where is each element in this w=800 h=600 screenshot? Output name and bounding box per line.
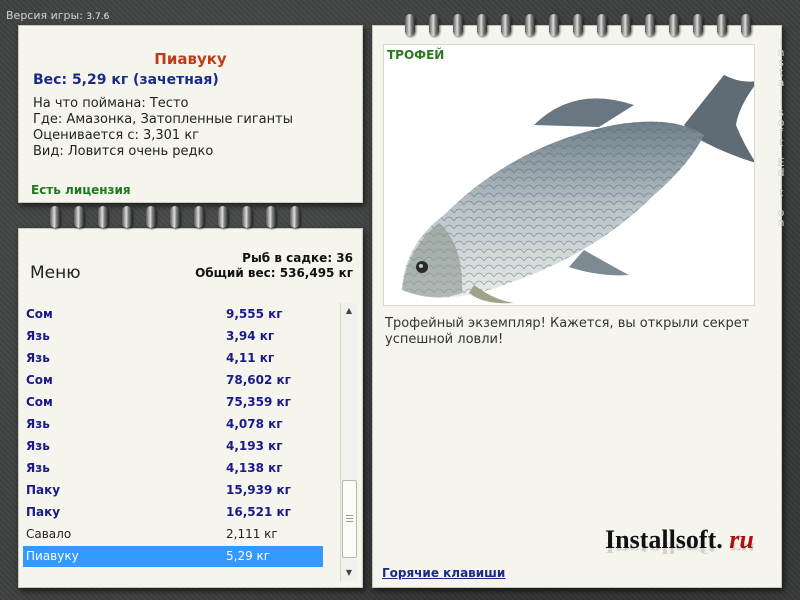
catch-list-row[interactable]: Сом 75,359 кг bbox=[23, 392, 323, 413]
trophy-label: ТРОФЕЙ bbox=[387, 48, 445, 62]
trophy-card: ТРОФЕЙ Трофейный экземпляр! Кажется, вы … bbox=[372, 25, 782, 588]
spiral-ring-icon bbox=[501, 14, 511, 36]
scroll-down-arrow-icon[interactable]: ▼ bbox=[341, 565, 357, 581]
spiral-ring-icon bbox=[741, 14, 751, 36]
row-fish-weight: 3,94 кг bbox=[226, 329, 275, 343]
fish-photo bbox=[383, 44, 759, 306]
spiral-ring-icon bbox=[693, 14, 703, 36]
trophy-description: Трофейный экземпляр! Кажется, вы открыли… bbox=[385, 316, 750, 347]
fish-bait: На что поймана: Тесто bbox=[33, 96, 189, 111]
spiral-ring-icon bbox=[669, 14, 679, 36]
row-fish-name: Язь bbox=[26, 439, 50, 453]
fish-rarity: Вид: Ловится очень редко bbox=[33, 144, 214, 159]
spiral-ring-icon bbox=[525, 14, 535, 36]
scroll-thumb[interactable] bbox=[342, 480, 357, 558]
catch-list-row[interactable]: Пиавуку 5,29 кг bbox=[23, 546, 323, 567]
fish-name: Пиавуку bbox=[154, 50, 227, 68]
catch-menu-card: Меню Рыб в садке: 36 Общий вес: 536,495 … bbox=[18, 228, 363, 588]
row-fish-weight: 4,138 кг bbox=[226, 461, 283, 475]
spiral-ring-icon bbox=[405, 14, 415, 36]
spiral-ring-icon bbox=[429, 14, 439, 36]
row-fish-weight: 9,555 кг bbox=[226, 307, 283, 321]
row-fish-name: Сом bbox=[26, 395, 53, 409]
row-fish-weight: 15,939 кг bbox=[226, 483, 291, 497]
total-weight: Общий вес: 536,495 кг bbox=[195, 266, 353, 280]
row-fish-name: Язь bbox=[26, 417, 50, 431]
row-fish-name: Язь bbox=[26, 351, 50, 365]
row-fish-weight: 2,111 кг bbox=[226, 527, 278, 541]
spiral-ring-icon bbox=[717, 14, 727, 36]
spiral-ring-icon bbox=[266, 206, 276, 228]
row-fish-weight: 78,602 кг bbox=[226, 373, 291, 387]
catch-list-row[interactable]: Язь 4,11 кг bbox=[23, 348, 323, 369]
fish-count: Рыб в садке: 36 bbox=[242, 251, 353, 265]
row-fish-weight: 75,359 кг bbox=[226, 395, 291, 409]
catch-list-row[interactable]: Язь 4,138 кг bbox=[23, 458, 323, 479]
row-fish-name: Сом bbox=[26, 373, 53, 387]
spiral-ring-icon bbox=[645, 14, 655, 36]
spiral-ring-icon bbox=[477, 14, 487, 36]
catch-list-row[interactable]: Сом 9,555 кг bbox=[23, 304, 323, 325]
menu-title[interactable]: Меню bbox=[30, 263, 81, 283]
row-fish-weight: 4,193 кг bbox=[226, 439, 283, 453]
game-version: Версия игры: 3.7.6 bbox=[6, 9, 109, 22]
fish-estimated: Оценивается с: 3,301 кг bbox=[33, 128, 200, 143]
row-fish-weight: 16,521 кг bbox=[226, 505, 291, 519]
spiral-ring-icon bbox=[146, 206, 156, 228]
catch-list-row[interactable]: Язь 4,193 кг bbox=[23, 436, 323, 457]
row-fish-name: Паку bbox=[26, 483, 61, 497]
fish-weight: Вес: 5,29 кг (зачетная) bbox=[33, 72, 219, 88]
row-fish-name: Язь bbox=[26, 461, 50, 475]
spiral-ring-icon bbox=[74, 206, 84, 228]
row-fish-name: Савало bbox=[26, 527, 72, 541]
catch-list-row[interactable]: Язь 4,078 кг bbox=[23, 414, 323, 435]
row-fish-name: Язь bbox=[26, 329, 50, 343]
grip-line bbox=[346, 518, 353, 519]
spiral-ring-icon bbox=[573, 14, 583, 36]
license-status: Есть лицензия bbox=[31, 183, 131, 197]
spiral-ring-icon bbox=[218, 206, 228, 228]
edition-vertical-text: Installsoft Edition bbox=[777, 36, 785, 229]
row-fish-weight: 4,078 кг bbox=[226, 417, 283, 431]
spiral-ring-icon bbox=[242, 206, 252, 228]
logo-reflection: Installsoft. ru bbox=[605, 540, 756, 556]
catch-list-row[interactable]: Паку 16,521 кг bbox=[23, 502, 323, 523]
catch-list-row[interactable]: Паку 15,939 кг bbox=[23, 480, 323, 501]
catch-list[interactable]: Сом 9,555 кг Язь 3,94 кг Язь 4,11 кг Сом 78,602… bbox=[21, 303, 339, 581]
row-fish-name: Сом bbox=[26, 307, 53, 321]
fish-illustration bbox=[402, 75, 759, 304]
grip-line bbox=[346, 521, 353, 522]
spiral-ring-icon bbox=[170, 206, 180, 228]
spiral-ring-icon bbox=[621, 14, 631, 36]
spiral-ring-icon bbox=[50, 206, 60, 228]
list-scrollbar[interactable]: ▲ ▼ bbox=[340, 303, 357, 581]
version-number: 3.7.6 bbox=[86, 12, 110, 22]
fish-location: Где: Амазонка, Затопленные гиганты bbox=[33, 112, 293, 127]
row-fish-name: Пиавуку bbox=[26, 549, 79, 563]
spiral-ring-icon bbox=[122, 206, 132, 228]
version-label: Версия игры: bbox=[6, 9, 83, 22]
spiral-ring-icon bbox=[290, 206, 300, 228]
spiral-ring-icon bbox=[453, 14, 463, 36]
hotkeys-link[interactable]: Горячие клавиши bbox=[382, 566, 505, 580]
spiral-ring-icon bbox=[98, 206, 108, 228]
catch-list-row[interactable]: Язь 3,94 кг bbox=[23, 326, 323, 347]
scroll-up-arrow-icon[interactable]: ▲ bbox=[341, 303, 357, 319]
spiral-ring-icon bbox=[597, 14, 607, 36]
row-fish-weight: 4,11 кг bbox=[226, 351, 275, 365]
row-fish-weight: 5,29 кг bbox=[226, 549, 271, 563]
grip-line bbox=[346, 515, 353, 516]
catch-list-row[interactable]: Сом 78,602 кг bbox=[23, 370, 323, 391]
catch-stats: Рыб в садке: 36 Общий вес: 536,495 кг bbox=[195, 251, 353, 281]
row-fish-name: Паку bbox=[26, 505, 61, 519]
catch-list-row[interactable]: Савало 2,111 кг bbox=[23, 524, 323, 545]
fish-info-card: Пиавуку Вес: 5,29 кг (зачетная) На что п… bbox=[18, 25, 363, 203]
spiral-ring-icon bbox=[549, 14, 559, 36]
spiral-ring-icon bbox=[194, 206, 204, 228]
